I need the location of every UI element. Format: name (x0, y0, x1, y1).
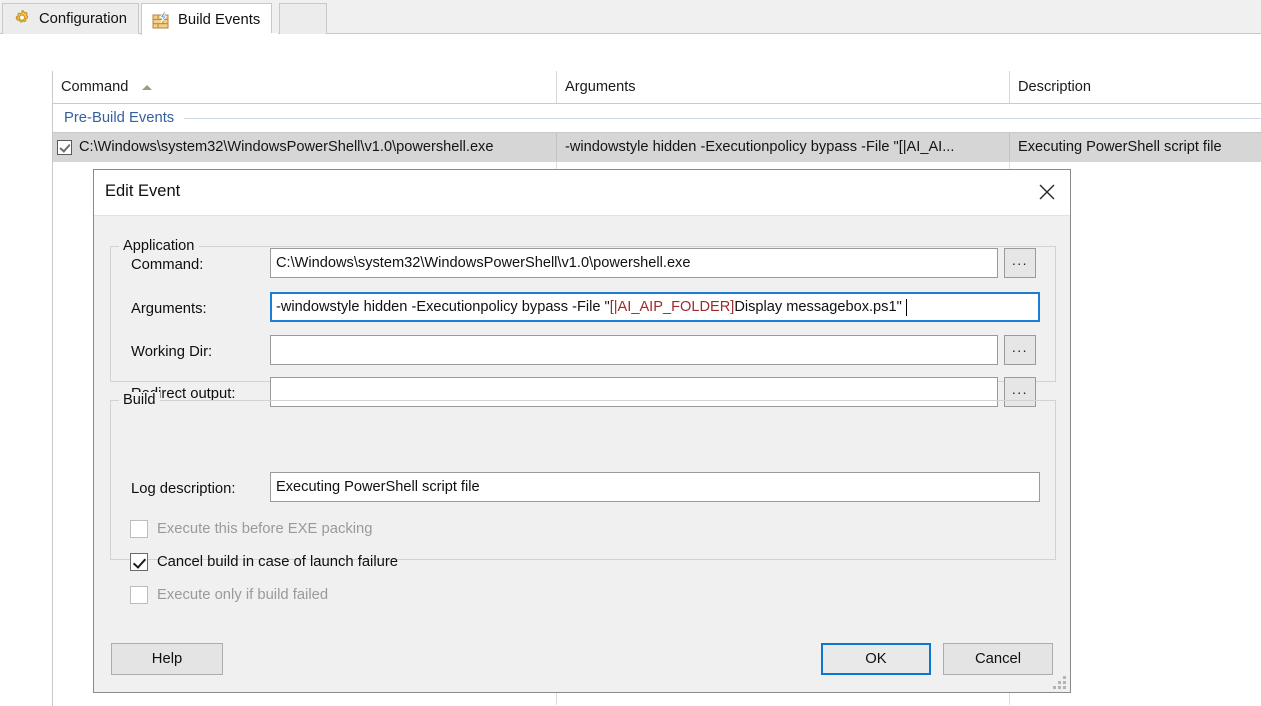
group-row-label: Pre-Build Events (64, 110, 175, 126)
checkbox-cancel-build-on-launch-failure[interactable]: Cancel build in case of launch failure (130, 551, 398, 573)
column-header-description-label: Description (1018, 79, 1091, 95)
checkbox-execute-only-if-build-failed: Execute only if build failed (130, 584, 328, 606)
log-description-label: Log description: (131, 481, 236, 497)
dialog-title: Edit Event (105, 182, 181, 200)
sort-ascending-icon (142, 84, 153, 90)
gear-icon (15, 10, 29, 23)
edit-event-dialog: Edit Event Application Command: C:\Windo… (93, 169, 1071, 693)
close-icon (1039, 184, 1055, 200)
tab-build-events[interactable]: Build Events (141, 3, 273, 35)
checkbox-execute-before-exe-packing-box (130, 520, 148, 538)
arguments-input[interactable]: -windowstyle hidden -Executionpolicy byp… (270, 292, 1040, 322)
checkbox-cancel-build-on-launch-failure-label: Cancel build in case of launch failure (157, 554, 399, 570)
tab-configuration-label: Configuration (39, 11, 128, 27)
tab-configuration[interactable]: Configuration (2, 3, 140, 34)
command-input[interactable]: C:\Windows\system32\WindowsPowerShell\v1… (270, 248, 998, 278)
arguments-value-token: [|AI_AIP_FOLDER] (609, 299, 735, 315)
log-description-input[interactable]: Executing PowerShell script file (270, 472, 1040, 502)
command-label: Command: (131, 257, 204, 273)
brick-lightning-icon (152, 10, 169, 28)
arguments-value-prefix: -windowstyle hidden -Executionpolicy byp… (276, 299, 610, 315)
resize-grip[interactable] (1053, 676, 1066, 689)
checkbox-cancel-build-on-launch-failure-box[interactable] (130, 553, 148, 571)
column-header-command-label: Command (61, 79, 129, 95)
group-row-pre-build-events[interactable]: Pre-Build Events (53, 104, 1261, 132)
row-enabled-checkbox[interactable] (57, 139, 72, 155)
tab-strip: Configuration Build Events (0, 0, 1261, 35)
checkbox-execute-only-if-build-failed-box (130, 586, 148, 604)
close-button[interactable] (1030, 175, 1064, 209)
grid-header-row: Command Arguments Description (53, 71, 1261, 104)
help-button[interactable]: Help (111, 643, 223, 675)
active-tab-underlap (142, 33, 278, 35)
text-caret (905, 298, 907, 316)
checkbox-execute-only-if-build-failed-label: Execute only if build failed (157, 587, 329, 603)
column-header-arguments-label: Arguments (565, 79, 636, 95)
checkbox-execute-before-exe-packing-label: Execute this before EXE packing (157, 521, 373, 537)
working-dir-input[interactable] (270, 335, 998, 365)
working-dir-browse-button[interactable]: ... (1004, 335, 1036, 365)
group-row-rule (184, 117, 1261, 119)
dialog-titlebar: Edit Event (94, 170, 1070, 216)
column-header-command[interactable]: Command (53, 71, 556, 103)
arguments-value-suffix: Display messagebox.ps1" (734, 299, 902, 315)
column-header-description[interactable]: Description (1009, 71, 1261, 103)
ok-button[interactable]: OK (821, 643, 931, 675)
cell-arguments[interactable]: -windowstyle hidden -Executionpolicy byp… (556, 133, 1009, 161)
table-row[interactable]: C:\Windows\system32\WindowsPowerShell\v1… (53, 132, 1261, 163)
application-groupbox-title: Application (119, 238, 200, 254)
tab-build-events-label: Build Events (178, 11, 261, 28)
cell-command-text: C:\Windows\system32\WindowsPowerShell\v1… (79, 139, 494, 155)
cell-description[interactable]: Executing PowerShell script file (1009, 133, 1261, 161)
cell-command[interactable]: C:\Windows\system32\WindowsPowerShell\v1… (53, 133, 556, 161)
build-groupbox-title: Build (119, 392, 161, 408)
arguments-label: Arguments: (131, 301, 207, 317)
column-header-arguments[interactable]: Arguments (556, 71, 1009, 103)
command-browse-button[interactable]: ... (1004, 248, 1036, 278)
checkbox-execute-before-exe-packing: Execute this before EXE packing (130, 518, 373, 540)
tab-strip-filler (279, 3, 327, 34)
working-dir-label: Working Dir: (131, 344, 213, 360)
cancel-button[interactable]: Cancel (943, 643, 1053, 675)
